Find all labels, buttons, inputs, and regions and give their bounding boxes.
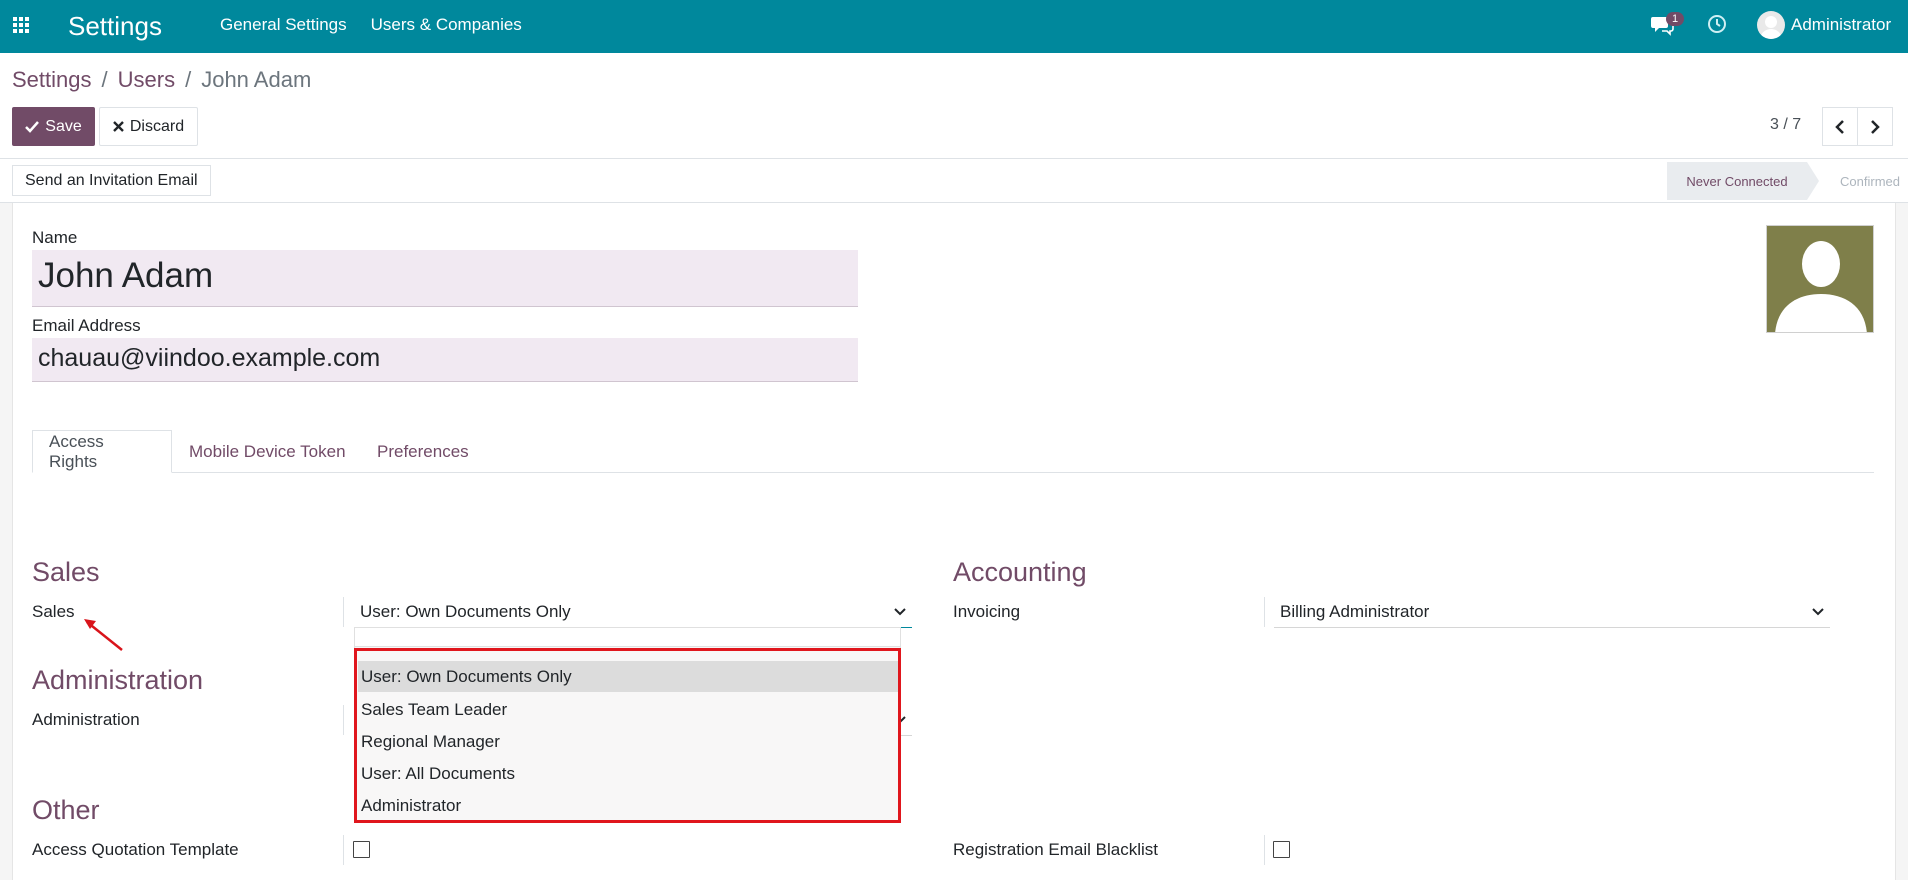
sales-access-select[interactable]: User: Own Documents Only: [354, 596, 912, 628]
apps-menu-icon[interactable]: [13, 17, 29, 33]
user-avatar[interactable]: [1757, 11, 1785, 39]
section-title-other: Other: [32, 795, 100, 825]
breadcrumb: Settings / Users / John Adam: [12, 67, 311, 93]
discard-label: Discard: [129, 117, 185, 135]
email-field[interactable]: chauau@viindoo.example.com: [32, 338, 858, 382]
activity-clock-icon[interactable]: [1707, 14, 1727, 34]
field-label-administration: Administration: [32, 710, 140, 729]
user-menu-name[interactable]: Administrator: [1791, 15, 1891, 35]
chevron-right-icon: [1871, 119, 1880, 134]
field-separator: [343, 597, 344, 627]
check-icon: [25, 120, 40, 133]
tab-preferences[interactable]: Preferences: [361, 430, 485, 473]
main-menu: General Settings Users & Companies: [220, 15, 522, 35]
chat-count-badge: 1: [1666, 12, 1685, 26]
field-label-registration-blacklist: Registration Email Blacklist: [953, 840, 1159, 859]
breadcrumb-settings[interactable]: Settings: [12, 67, 92, 93]
pager-next-button[interactable]: [1857, 107, 1893, 146]
form-statusbar: [0, 159, 1908, 203]
field-separator: [343, 705, 344, 735]
field-separator: [1264, 835, 1265, 865]
user-placeholder-icon: [1775, 241, 1867, 332]
send-invitation-button[interactable]: Send an Invitation Email: [12, 165, 211, 196]
name-field[interactable]: John Adam: [32, 250, 858, 307]
chevron-down-icon: [894, 608, 906, 616]
registration-blacklist-checkbox[interactable]: [1273, 841, 1290, 858]
invoicing-access-select[interactable]: Billing Administrator: [1274, 596, 1830, 628]
breadcrumb-current: John Adam: [201, 67, 312, 92]
section-title-sales: Sales: [32, 557, 100, 587]
tab-access-rights[interactable]: Access Rights: [32, 430, 172, 473]
app-title[interactable]: Settings: [68, 11, 162, 42]
breadcrumb-users[interactable]: Users: [118, 67, 175, 93]
email-label: Email Address: [32, 316, 141, 335]
name-label: Name: [32, 228, 78, 247]
save-button[interactable]: Save: [12, 107, 95, 146]
breadcrumb-separator: /: [185, 67, 192, 92]
breadcrumb-separator: /: [101, 67, 108, 92]
sales-access-value: User: Own Documents Only: [360, 601, 571, 621]
discard-button[interactable]: Discard: [99, 107, 198, 146]
annotation-arrow-icon: [84, 619, 123, 651]
field-label-invoicing: Invoicing: [953, 602, 1021, 621]
invoicing-access-value: Billing Administrator: [1280, 601, 1430, 621]
annotation-highlight-box: [354, 648, 901, 823]
field-label-quotation-template: Access Quotation Template: [32, 840, 239, 859]
menu-general-settings[interactable]: General Settings: [220, 15, 347, 35]
quotation-template-checkbox[interactable]: [353, 841, 370, 858]
chevron-left-icon: [1835, 119, 1844, 134]
dropdown-empty-option[interactable]: [354, 627, 901, 647]
save-label: Save: [45, 117, 82, 135]
field-label-sales: Sales: [32, 602, 75, 621]
chevron-down-icon: [1812, 608, 1824, 616]
section-title-administration: Administration: [32, 665, 204, 695]
pager-previous-button[interactable]: [1822, 107, 1858, 146]
field-separator: [1264, 597, 1265, 627]
close-icon: [113, 121, 124, 132]
menu-users-companies[interactable]: Users & Companies: [371, 15, 522, 35]
user-photo[interactable]: [1766, 225, 1874, 333]
pager-value[interactable]: 3 / 7: [1770, 116, 1801, 134]
top-navbar: Settings General Settings Users & Compan…: [0, 0, 1908, 53]
stage-confirmed[interactable]: Confirmed: [1830, 162, 1900, 200]
section-title-accounting: Accounting: [953, 557, 1087, 587]
field-separator: [343, 835, 344, 865]
stage-arrow: [1807, 162, 1819, 200]
stage-never-connected[interactable]: Never Connected: [1667, 162, 1807, 200]
tab-mobile-device-token[interactable]: Mobile Device Token: [173, 430, 362, 473]
